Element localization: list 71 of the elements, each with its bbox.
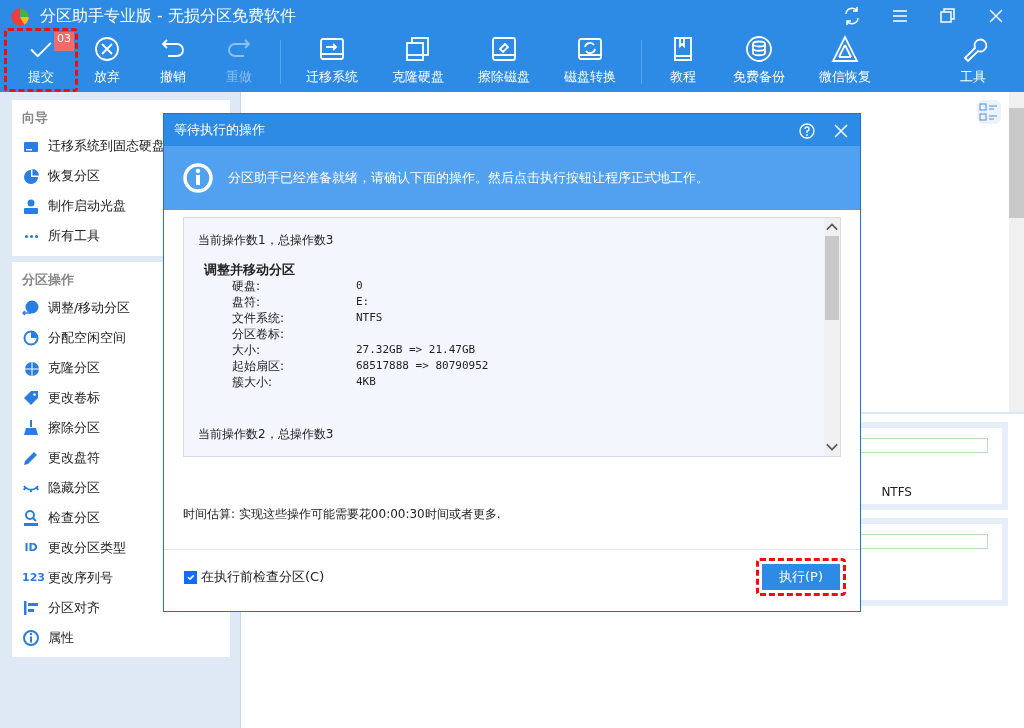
log-line: 当前操作数1，总操作数3 [198, 232, 335, 248]
pie-chart-icon [22, 167, 40, 186]
info-icon [22, 629, 40, 647]
help-icon [798, 121, 816, 140]
pencil-icon [22, 449, 40, 467]
field-label: 大小: [232, 342, 262, 358]
sidebar-item[interactable]: 更改盘符 [12, 443, 230, 473]
field-label: 文件系统: [232, 310, 286, 326]
field-value: 0 [356, 278, 363, 294]
scrollbar[interactable] [824, 218, 840, 456]
database-icon [744, 34, 774, 64]
drive-eraser-icon [489, 34, 519, 64]
sidebar-item[interactable]: 克隆分区 [12, 353, 230, 383]
section-heading: 分区操作 [22, 271, 74, 287]
sidebar-item[interactable]: 分配空闲空间 [12, 323, 230, 353]
triangle-icon [830, 34, 860, 64]
toolbar-button[interactable]: 撤销 [140, 32, 206, 88]
count-badge: 03 [54, 32, 74, 51]
checkbox-label[interactable]: 在执行前检查分区(C) [184, 567, 325, 587]
sidebar-item[interactable]: 调整/移动分区 [12, 293, 230, 323]
person-drive-icon [22, 197, 40, 216]
field-value: 68517888 => 80790952 [356, 358, 489, 374]
cancel-icon [92, 34, 122, 64]
field-value: NTFS [356, 310, 383, 326]
toolbar-button[interactable]: 磁盘转换 [547, 32, 633, 88]
toolbar-button[interactable]: 免费备份 [716, 32, 802, 88]
globe-arrows-icon [22, 299, 40, 317]
field-label: 盘符: [232, 294, 262, 310]
close-icon [832, 121, 850, 140]
dialog-title: 等待执行的操作 [174, 121, 266, 140]
field-value: E: [356, 294, 370, 310]
info-icon [182, 162, 214, 194]
log-heading: 调整并移动分区 [204, 262, 296, 278]
sidebar-item[interactable]: 属性 [12, 623, 230, 653]
field-value: 27.32GB => 21.47GB [356, 342, 476, 358]
window-title: 分区助手专业版 - 无损分区免费软件 [40, 5, 296, 27]
scrollbar[interactable] [1009, 92, 1024, 412]
broom-icon [22, 419, 40, 437]
info-message: 分区助手已经准备就绪，请确认下面的操作。然后点击执行按钮让程序正式地工作。 [228, 169, 709, 188]
align-left-icon [22, 599, 40, 617]
toolbar-button[interactable]: 提交 03 [8, 32, 74, 88]
search-icon [22, 509, 40, 527]
item-icon: ID [22, 539, 40, 557]
log-line: 当前操作数2，总操作数3 [198, 426, 335, 442]
toolbar-button[interactable]: 迁移系统 [289, 32, 375, 88]
toolbar-button[interactable]: 工具 [930, 32, 1016, 88]
execute-button[interactable]: 执行(P) [762, 564, 840, 590]
sidebar-item[interactable]: 隐藏分区 [12, 473, 230, 503]
check-icon [30, 40, 52, 58]
section-heading: 向导 [22, 110, 48, 125]
file-system-label: NTFS [880, 484, 913, 501]
field-label: 起始扇区: [232, 358, 286, 374]
view-toggle-button[interactable] [977, 100, 1001, 124]
dots-icon [23, 234, 39, 239]
toolbar-button[interactable]: 擦除磁盘 [461, 32, 547, 88]
globe-icon [22, 359, 40, 377]
checkbox[interactable] [184, 570, 197, 584]
tag-icon [22, 389, 40, 407]
toolbar-button[interactable]: 教程 [650, 32, 716, 88]
toolbar-button[interactable]: 克隆硬盘 [375, 32, 461, 88]
time-estimate: 时间估算: 实现这些操作可能需要花00:00:30时间或者更多. [183, 507, 501, 521]
sidebar-item[interactable]: 制作启动光盘 [12, 191, 230, 222]
toolbar-button[interactable]: 微信恢复 [802, 32, 888, 88]
field-label: 硬盘: [232, 278, 262, 294]
field-label: 簇大小: [232, 374, 274, 390]
field-value: 4KB [356, 374, 376, 390]
field-label: 分区卷标: [232, 326, 286, 342]
pie-chart-icon [22, 329, 40, 347]
sidebar-item[interactable]: 分区对齐 [12, 593, 230, 623]
sidebar-item[interactable]: 更改卷标 [12, 383, 230, 413]
toolbar-button[interactable]: 放弃 [74, 32, 140, 88]
